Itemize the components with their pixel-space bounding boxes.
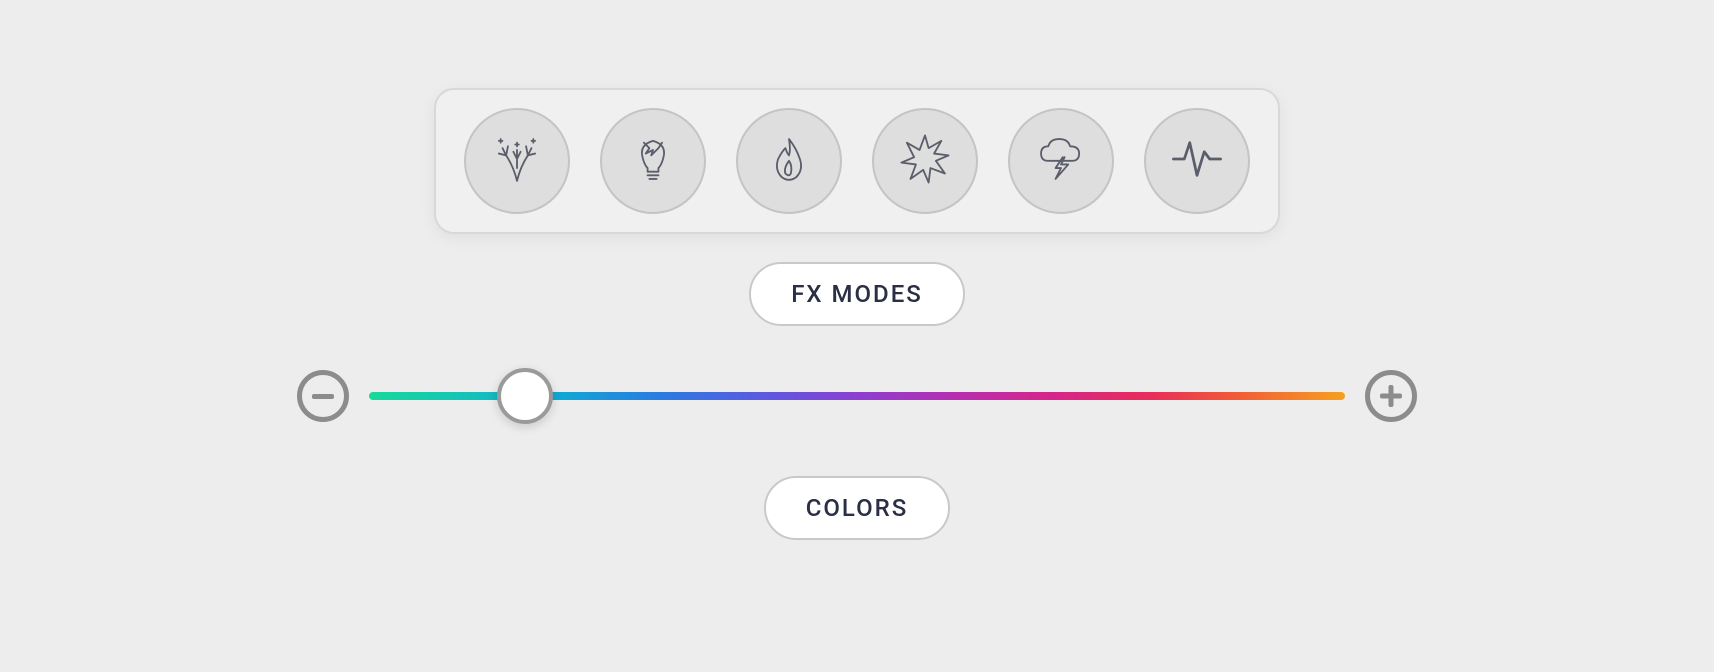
minus-icon <box>312 394 334 399</box>
fx-mode-storm[interactable] <box>1008 108 1114 214</box>
color-slider-section <box>297 370 1417 422</box>
fx-mode-fireworks[interactable] <box>464 108 570 214</box>
fx-modes-label: FX MODES <box>749 262 965 326</box>
broken-bulb-icon <box>624 130 682 192</box>
fx-mode-explosion[interactable] <box>872 108 978 214</box>
color-increase-button[interactable] <box>1365 370 1417 422</box>
color-decrease-button[interactable] <box>297 370 349 422</box>
fx-mode-flame[interactable] <box>736 108 842 214</box>
color-slider-track[interactable] <box>369 392 1345 400</box>
storm-cloud-icon <box>1032 130 1090 192</box>
colors-label: COLORS <box>764 476 951 540</box>
color-slider-thumb[interactable] <box>497 368 553 424</box>
plus-icon <box>1380 385 1402 407</box>
fx-modes-panel <box>434 88 1280 234</box>
fx-mode-broken-bulb[interactable] <box>600 108 706 214</box>
fx-mode-pulse[interactable] <box>1144 108 1250 214</box>
flame-icon <box>760 130 818 192</box>
pulse-icon <box>1168 130 1226 192</box>
fireworks-icon <box>488 130 546 192</box>
explosion-icon <box>896 130 954 192</box>
